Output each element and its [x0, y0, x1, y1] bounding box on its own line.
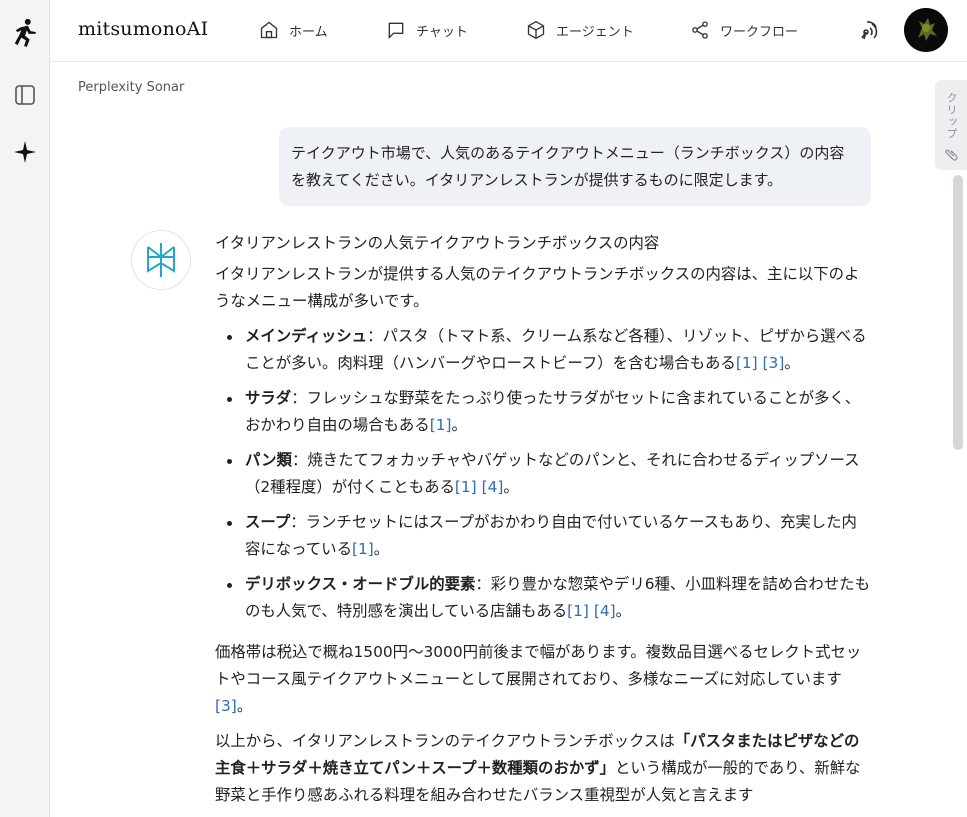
user-message: テイクアウト市場で、人気のあるテイクアウトメニュー（ランチボックス）の内容を教え… [279, 127, 871, 206]
nav-agent-label: エージェント [556, 24, 634, 40]
home-icon [260, 21, 278, 39]
answer-intro: イタリアンレストランが提供する人気のテイクアウトランチボックスの内容は、主に以下… [215, 265, 860, 310]
item-term: メインディッシュ [245, 327, 368, 345]
item-text: ：ランチセットにはスープがおかわり自由で付いているケースもあり、充実した内容にな… [245, 513, 857, 558]
nav-home-label: ホーム [289, 24, 328, 40]
list-item: デリボックス・オードブル的要素：彩り豊かな惣菜やデリ6種、小皿料理を詰め合わせた… [215, 571, 871, 625]
citation-link[interactable]: [4] [482, 478, 504, 496]
conclusion-paragraph: 以上から、イタリアンレストランのテイクアウトランチボックスは「パスタまたはピザな… [215, 728, 871, 809]
item-end: 。 [451, 416, 467, 434]
paperclip-icon [945, 149, 958, 161]
perplexity-icon [131, 230, 191, 290]
citation-link[interactable]: [1] [455, 478, 477, 496]
item-term: サラダ [245, 389, 292, 407]
item-end: 。 [784, 354, 800, 372]
list-item: スープ：ランチセットにはスープがおかわり自由で付いているケースもあり、充実した内… [215, 509, 871, 563]
model-label: Perplexity Sonar [78, 80, 185, 95]
sparkle-icon[interactable] [12, 139, 38, 165]
citation-link[interactable]: [1] [352, 540, 374, 558]
nav-workflow[interactable]: ワークフロー [690, 18, 798, 42]
left-rail [0, 0, 50, 817]
price-text: 価格帯は税込で概ね1500円〜3000円前後まで幅があります。複数品目選べるセレ… [215, 643, 862, 688]
item-text: ：焼きたてフォカッチャやバゲットなどのパンと、それに合わせるディップソース（2種… [245, 451, 860, 496]
price-paragraph: 価格帯は税込で概ね1500円〜3000円前後まで幅があります。複数品目選べるセレ… [215, 639, 871, 720]
citation-link[interactable]: [3] [763, 354, 785, 372]
cube-icon [527, 20, 545, 40]
brand-name[interactable]: mitsumonoAI [78, 18, 208, 40]
answer-heading: イタリアンレストランの人気テイクアウトランチボックスの内容 [215, 234, 660, 252]
item-term: スープ [245, 513, 291, 531]
clip-label: クリップ [945, 92, 958, 140]
broadcast-icon[interactable] [856, 18, 880, 42]
assistant-answer: イタリアンレストランの人気テイクアウトランチボックスの内容 イタリアンレストラン… [215, 230, 871, 817]
item-term: パン類 [245, 451, 292, 469]
citation-link[interactable]: [1] [430, 416, 452, 434]
item-end: 。 [615, 602, 632, 620]
citation-link[interactable]: [3] [215, 697, 237, 715]
item-text: ：フレッシュな野菜をたっぷり使ったサラダがセットに含まれていることが多く、おかわ… [245, 389, 861, 434]
scrollbar[interactable] [953, 175, 963, 450]
conclusion-pre: 以上から、イタリアンレストランのテイクアウトランチボックスは [215, 732, 675, 750]
citation-link[interactable]: [4] [594, 602, 616, 620]
price-end: 。 [236, 697, 253, 715]
chat-icon [388, 22, 404, 40]
citation-link[interactable]: [1] [736, 354, 758, 372]
sidebar-toggle-icon[interactable] [12, 82, 38, 108]
nav-workflow-label: ワークフロー [720, 24, 799, 40]
clip-tab[interactable]: クリップ [935, 80, 967, 170]
runner-logo-icon[interactable] [12, 18, 38, 47]
item-end: 。 [503, 478, 519, 496]
answer-list: メインディッシュ：パスタ（トマト系、クリーム系など各種）、リゾット、ピザから選べ… [215, 323, 871, 625]
list-item: メインディッシュ：パスタ（トマト系、クリーム系など各種）、リゾット、ピザから選べ… [215, 323, 871, 377]
top-bar: mitsumonoAI ホーム チャット エージェント ワークフロー [50, 0, 967, 62]
nav-agent[interactable]: エージェント [526, 18, 634, 42]
nav-home[interactable]: ホーム [259, 18, 328, 42]
nav-chat-label: チャット [416, 24, 468, 40]
nav-chat[interactable]: チャット [386, 18, 468, 42]
list-item: サラダ：フレッシュな野菜をたっぷり使ったサラダがセットに含まれていることが多く、… [215, 385, 871, 439]
share-icon [692, 21, 708, 39]
citation-link[interactable]: [1] [567, 602, 589, 620]
avatar[interactable] [904, 8, 948, 52]
list-item: パン類：焼きたてフォカッチャやバゲットなどのパンと、それに合わせるディップソース… [215, 447, 871, 501]
item-end: 。 [373, 540, 390, 558]
item-term: デリボックス・オードブル的要素 [245, 575, 476, 593]
